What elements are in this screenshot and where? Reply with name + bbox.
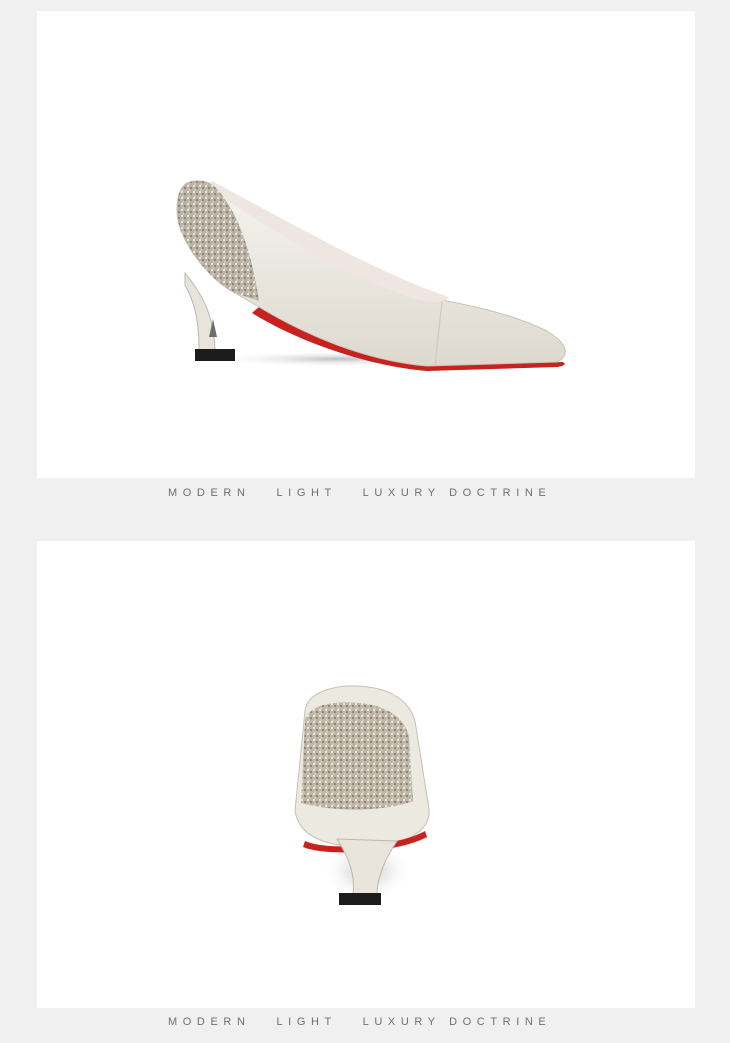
caption-slogan-bottom: MODERN LIGHT LUXURY DOCTRINE bbox=[168, 1016, 552, 1028]
heel-tip bbox=[195, 349, 235, 361]
glitter-heel-counter-back bbox=[301, 702, 413, 810]
product-photo-side bbox=[37, 11, 695, 478]
heel-tip-back bbox=[339, 893, 381, 905]
shoe-side-view-illustration bbox=[176, 180, 566, 371]
shoe-back-view-illustration bbox=[294, 685, 430, 905]
shoe-heel bbox=[184, 271, 216, 352]
caption-slogan: MODERN LIGHT LUXURY DOCTRINE bbox=[168, 487, 552, 499]
product-photo-back bbox=[37, 541, 695, 1008]
